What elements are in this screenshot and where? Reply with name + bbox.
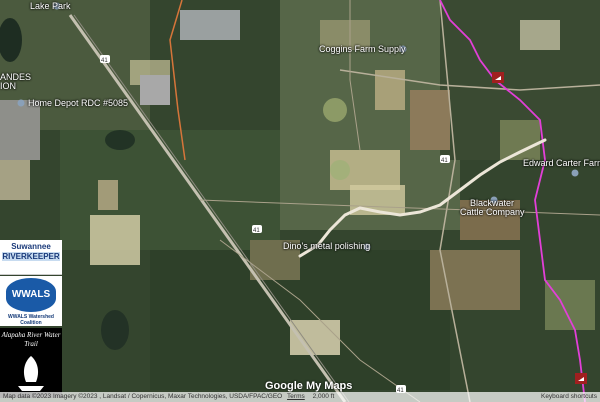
label-ion-fragment: ION bbox=[0, 81, 17, 91]
attribution-text: Map data ©2023 Imagery ©2023 , Landsat /… bbox=[3, 393, 283, 400]
road-41-shield-b: 41 bbox=[253, 228, 260, 234]
keyboard-shortcuts-link[interactable]: Keyboard shortcuts bbox=[541, 392, 597, 402]
label-lake-park[interactable]: Lake Park bbox=[30, 1, 71, 11]
label-home-depot[interactable]: Home Depot RDC #5085 bbox=[28, 98, 128, 108]
partner-logos: Suwannee RIVERKEEPER WWALS WWALS Watersh… bbox=[0, 240, 62, 400]
boat-ramp-icon[interactable] bbox=[492, 72, 504, 83]
suwannee-riverkeeper-logo[interactable]: Suwannee RIVERKEEPER bbox=[0, 240, 62, 275]
terms-link[interactable]: Terms bbox=[287, 393, 305, 400]
label-edward-carter-farms[interactable]: Edward Carter Farms bbox=[523, 158, 600, 168]
place-pin-icon[interactable] bbox=[571, 169, 579, 177]
label-coggins-farm-supply[interactable]: Coggins Farm Supply bbox=[319, 44, 406, 54]
suwannee-text: Suwannee bbox=[11, 242, 51, 251]
riverkeeper-text: RIVERKEEPER bbox=[2, 252, 60, 261]
map-footer: Map data ©2023 Imagery ©2023 , Landsat /… bbox=[0, 392, 600, 402]
road-41-shield-c: 41 bbox=[441, 158, 448, 164]
alapaha-water-trail-logo[interactable]: Alapaha River Water Trail bbox=[0, 328, 62, 398]
wwals-subtitle: WWALS Watershed Coalition bbox=[8, 314, 54, 326]
google-my-maps-logo: Google My Maps bbox=[265, 380, 353, 392]
boat-ramp-icon[interactable] bbox=[575, 373, 587, 384]
paddler-icon bbox=[18, 356, 44, 391]
place-pin-icon[interactable] bbox=[17, 99, 25, 107]
road-41-shield-a: 41 bbox=[101, 58, 108, 64]
wwals-text: WWALS bbox=[6, 278, 56, 312]
label-dinos-metal-polishing[interactable]: Dino's metal polishing bbox=[283, 241, 370, 251]
scale-label: 2,000 ft bbox=[312, 393, 335, 400]
wwals-logo[interactable]: WWALS WWALS Watershed Coalition bbox=[0, 276, 62, 326]
label-blackwater-line2[interactable]: Cattle Company bbox=[460, 207, 525, 217]
alapaha-text: Alapaha River Water Trail bbox=[1, 331, 61, 348]
